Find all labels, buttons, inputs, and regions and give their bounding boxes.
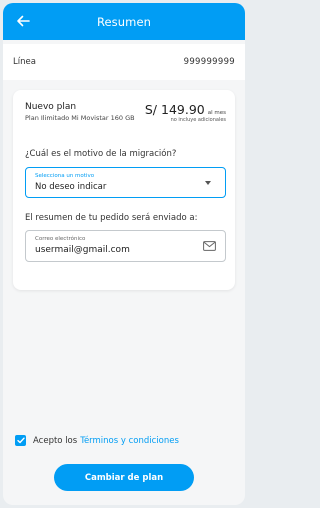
price-block: S/ 149.90 al mes no incluye adicionales bbox=[145, 102, 226, 123]
select-label: Selecciona un motivo bbox=[35, 173, 95, 179]
arrow-left-icon bbox=[17, 15, 30, 27]
envelope-icon bbox=[203, 241, 216, 251]
price-note: no incluye adicionales bbox=[170, 117, 226, 123]
change-plan-button[interactable]: Cambiar de plan bbox=[54, 464, 194, 491]
plan-price: S/ 149.90 bbox=[144, 102, 205, 117]
line-row: Línea 999999999 bbox=[3, 44, 245, 80]
line-number: 999999999 bbox=[183, 57, 235, 67]
select-value: No deseo indicar bbox=[35, 182, 107, 192]
plan-card: Nuevo plan Plan Ilimitado Mi Movistar 16… bbox=[13, 90, 235, 290]
price-unit: al mes bbox=[207, 110, 226, 116]
page-title: Resumen bbox=[96, 14, 152, 29]
terms-link[interactable]: Términos y condiciones bbox=[80, 436, 179, 446]
terms-checkbox[interactable] bbox=[15, 435, 26, 446]
migration-reason-select[interactable]: Selecciona un motivo No deseo indicar bbox=[25, 167, 226, 198]
plan-info: Nuevo plan Plan Ilimitado Mi Movistar 16… bbox=[25, 102, 135, 122]
plan-row: Nuevo plan Plan Ilimitado Mi Movistar 16… bbox=[25, 102, 226, 123]
price-line: S/ 149.90 al mes bbox=[145, 102, 226, 117]
back-button[interactable] bbox=[11, 9, 35, 33]
checkmark-icon bbox=[16, 437, 25, 444]
email-label: Correo electrónico bbox=[35, 236, 86, 242]
plan-description: Plan Ilimitado Mi Movistar 160 GB bbox=[25, 114, 135, 122]
terms-row: Acepto los Términos y condiciones bbox=[15, 435, 179, 446]
terms-prefix: Acepto los bbox=[33, 435, 78, 446]
plan-name: Nuevo plan bbox=[25, 102, 77, 112]
caret-down-icon bbox=[205, 181, 211, 185]
migration-question: ¿Cuál es el motivo de la migración? bbox=[25, 149, 177, 159]
email-value: usermail@gmail.com bbox=[35, 245, 130, 255]
header-bar: Resumen bbox=[3, 3, 245, 40]
line-label: Línea bbox=[13, 57, 36, 67]
email-intro: El resumen de tu pedido será enviado a: bbox=[25, 213, 198, 223]
app-frame: Resumen Línea 999999999 Nuevo plan Plan … bbox=[3, 3, 245, 505]
email-field[interactable]: Correo electrónico usermail@gmail.com bbox=[25, 230, 226, 262]
